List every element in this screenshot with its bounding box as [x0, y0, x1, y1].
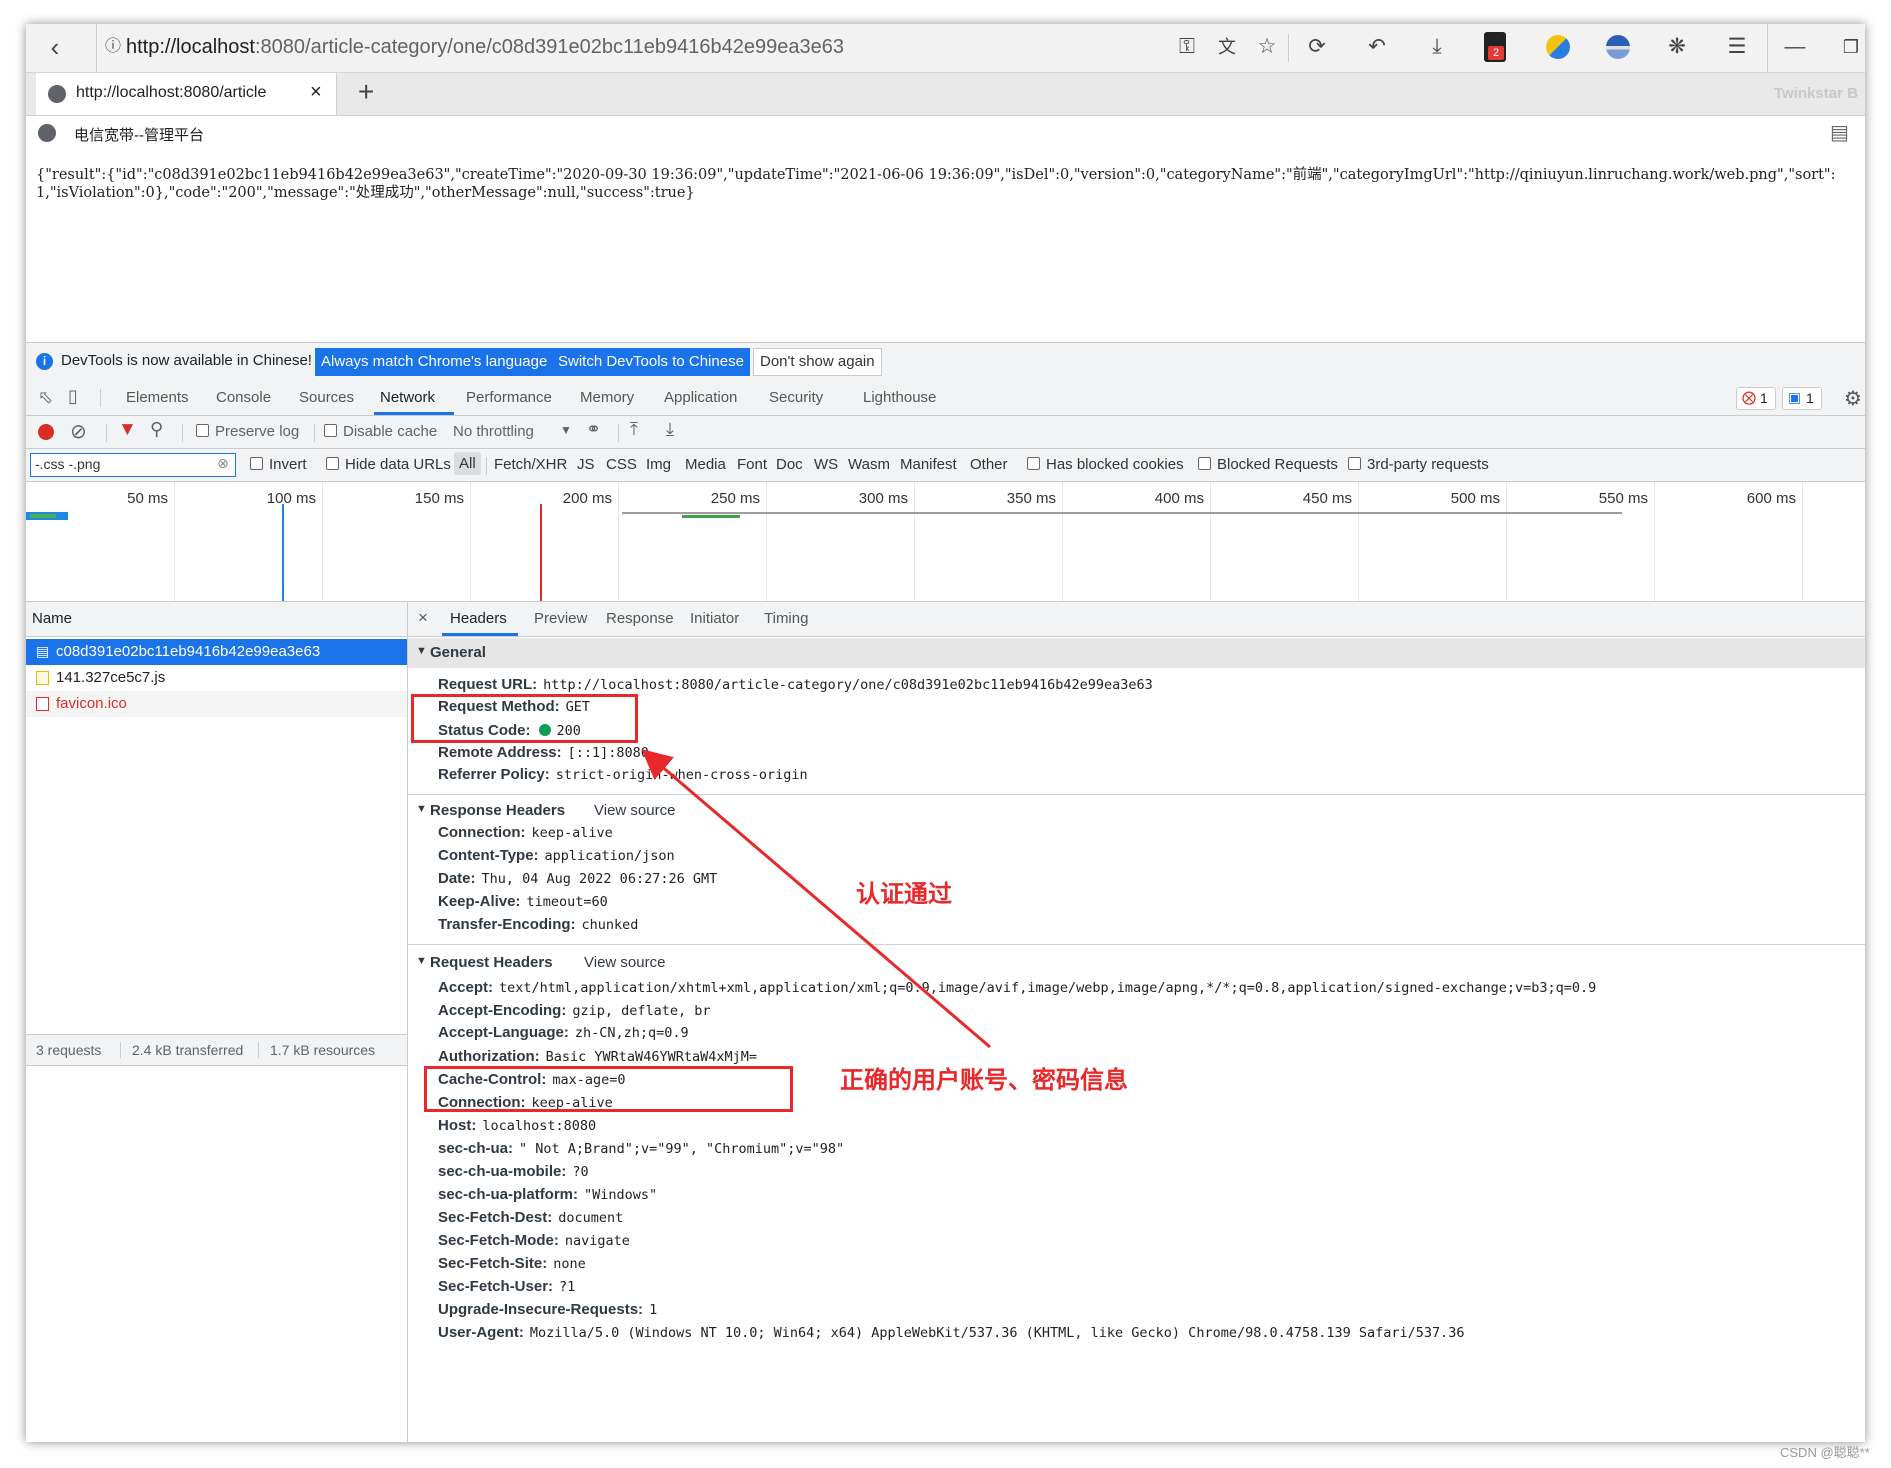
- annotation-correct-credentials: 正确的用户账号、密码信息: [840, 1067, 1128, 1094]
- annotation-arrow-layer: [641, 749, 991, 1049]
- watermark-text: CSDN @聪聪**: [1780, 1445, 1870, 1460]
- annotation-auth-passed: 认证通过: [856, 881, 952, 908]
